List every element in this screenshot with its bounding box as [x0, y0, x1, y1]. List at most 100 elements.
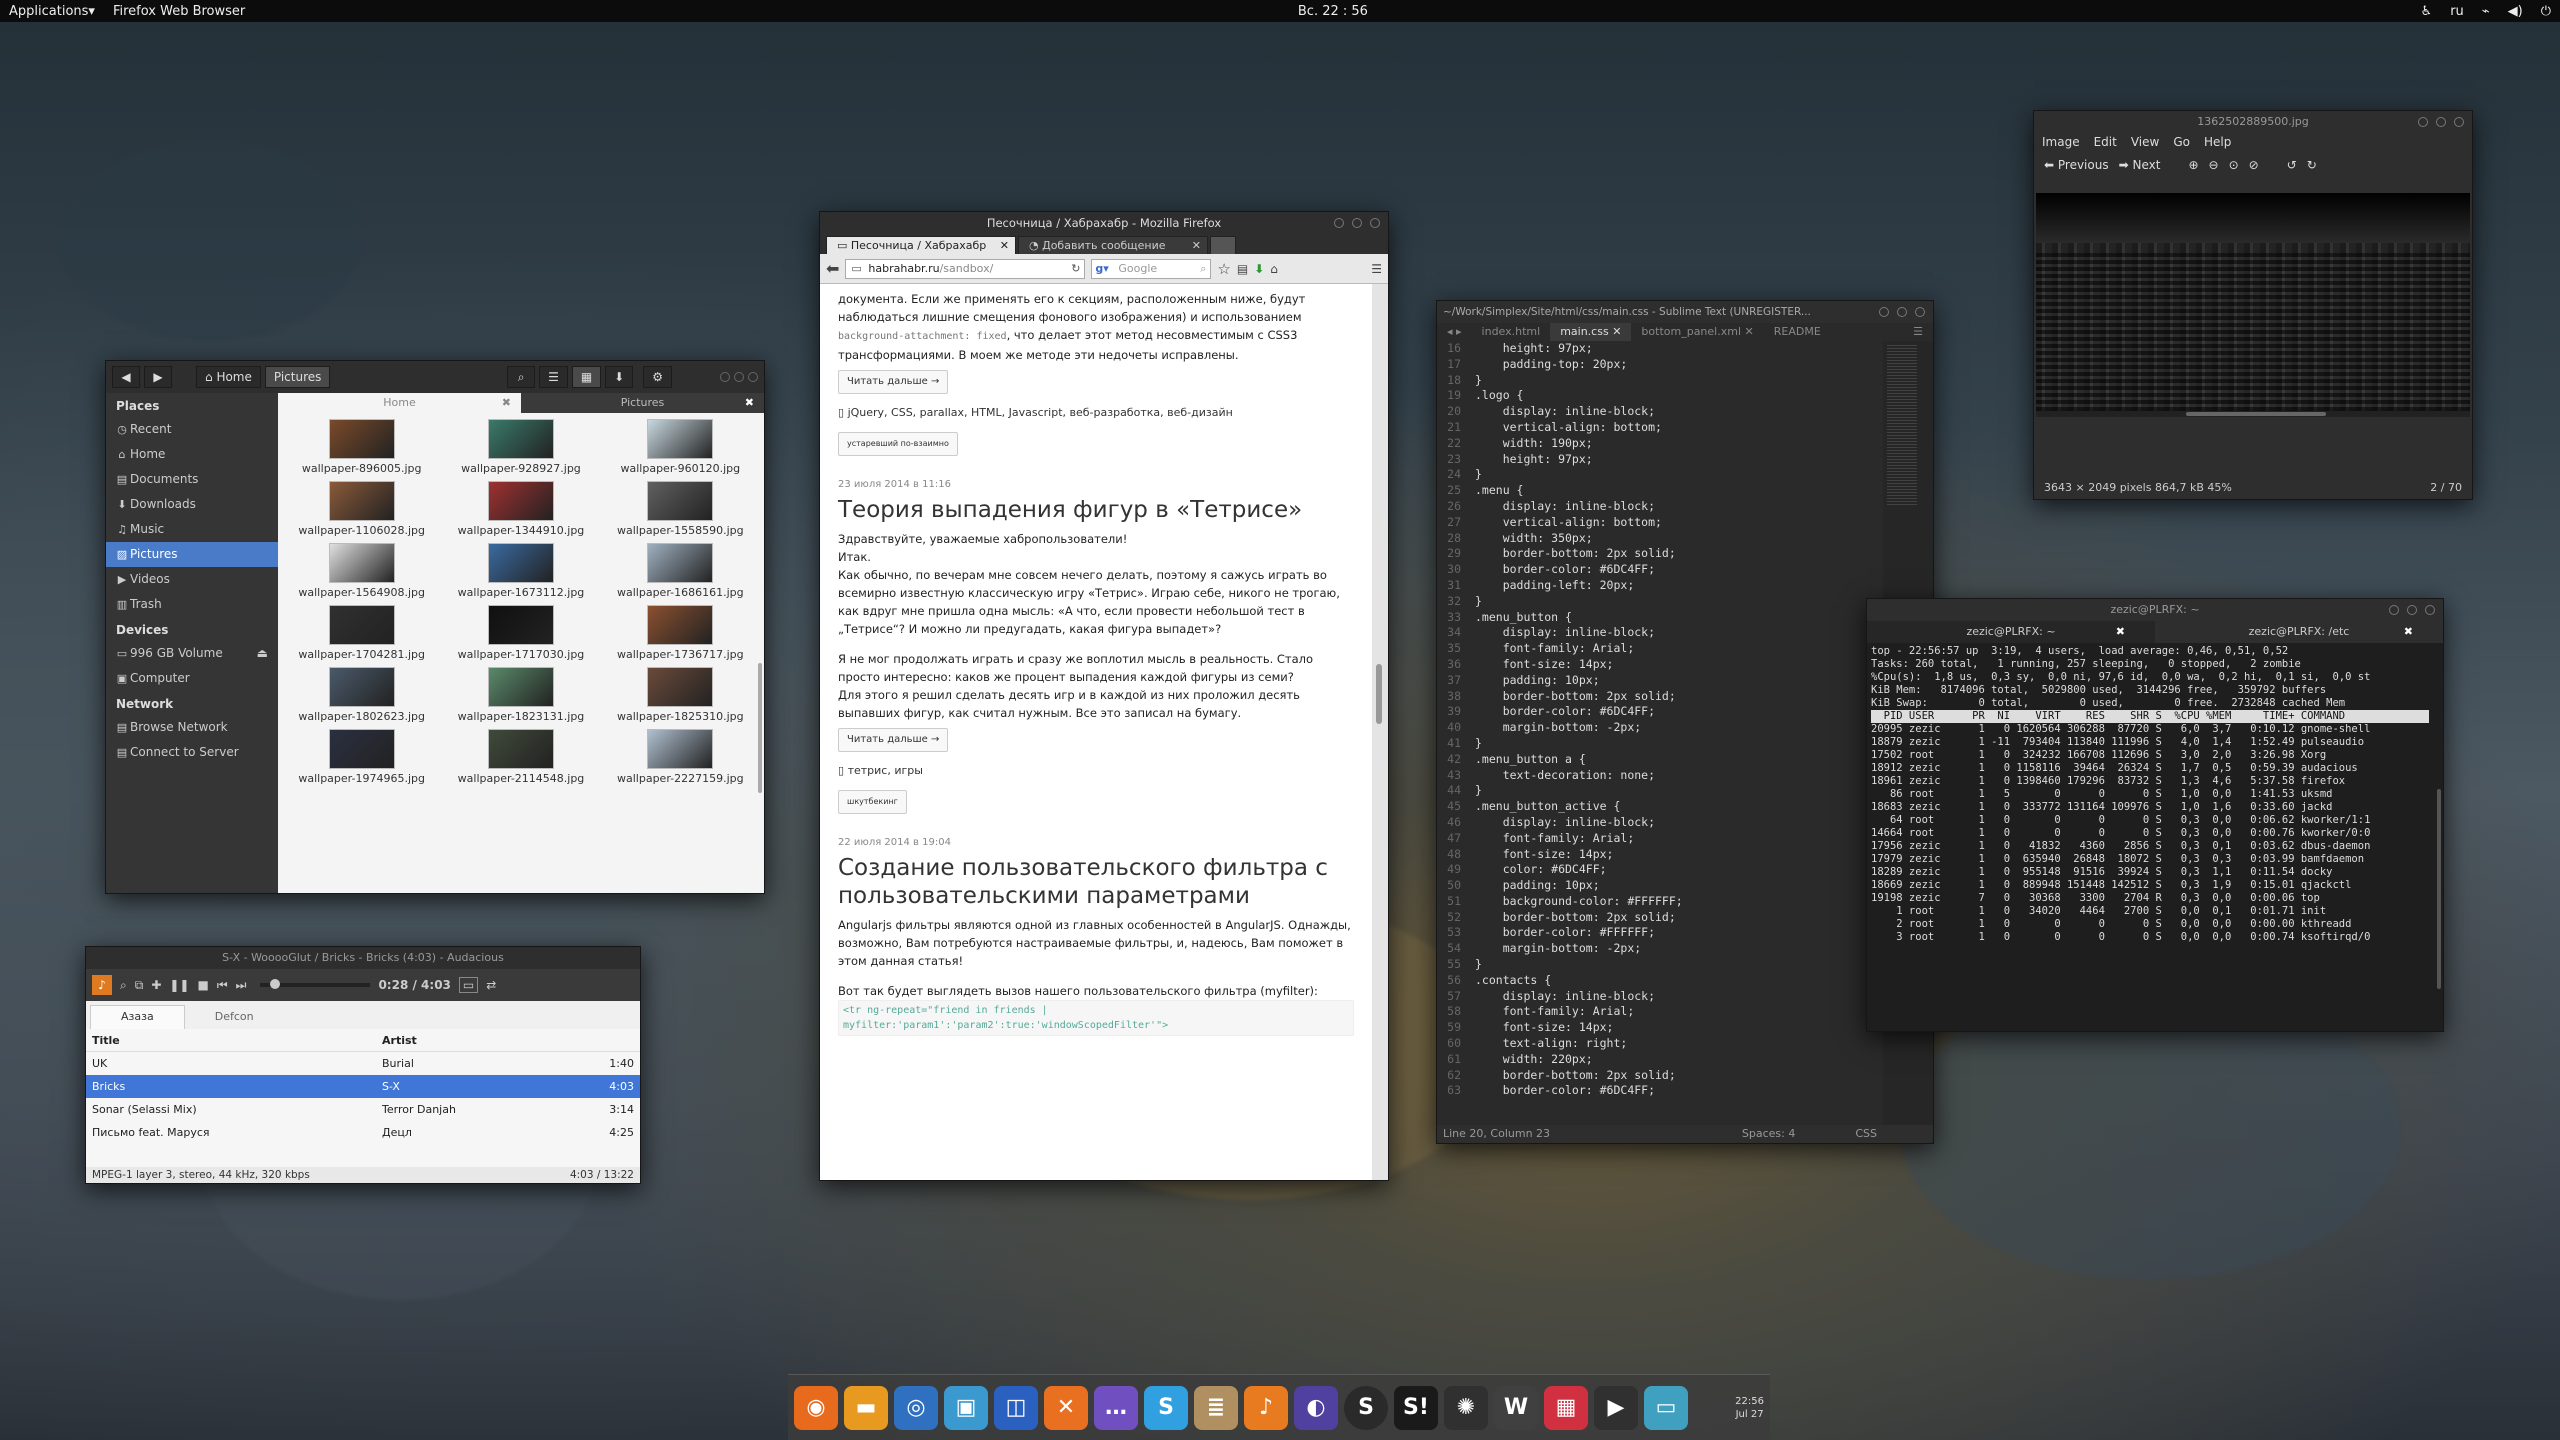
- bookmarks-list-icon[interactable]: ▤: [1237, 262, 1248, 276]
- maximize-button[interactable]: [734, 372, 744, 382]
- shuffle-icon[interactable]: ⇄: [486, 978, 496, 992]
- maximize-button[interactable]: [2436, 117, 2446, 127]
- close-tab-icon[interactable]: ✕: [1000, 237, 1009, 255]
- firefox-icon[interactable]: ◉: [794, 1385, 838, 1430]
- scrollbar[interactable]: [758, 663, 762, 793]
- scrollbar[interactable]: [2036, 411, 2470, 417]
- playlist-row[interactable]: Письмо feat. Маруся Децл 4:25: [86, 1121, 640, 1144]
- inkscape-icon[interactable]: W: [1494, 1385, 1538, 1430]
- sidebar-item-documents[interactable]: ▤ Documents: [106, 467, 278, 492]
- tab-etc[interactable]: zezic@PLRFX: /etc ✖: [2155, 621, 2443, 643]
- file-item[interactable]: wallpaper-1558590.jpg: [601, 481, 760, 537]
- close-tab-icon[interactable]: ✖: [745, 393, 754, 413]
- menu-go[interactable]: Go: [2173, 133, 2190, 151]
- sidebar-item-browse-network[interactable]: ▤ Browse Network: [106, 715, 278, 740]
- file-item[interactable]: wallpaper-1673112.jpg: [441, 543, 600, 599]
- file-item[interactable]: wallpaper-1717030.jpg: [441, 605, 600, 661]
- tab-main-css[interactable]: main.css ✕: [1550, 323, 1632, 341]
- notes-icon[interactable]: ≣: [1194, 1385, 1238, 1430]
- zoom-fit-icon[interactable]: ⊙: [2229, 158, 2239, 172]
- tab-home[interactable]: zezic@PLRFX: ~ ✖: [1867, 621, 2155, 643]
- sidebar-item-computer[interactable]: ▣ Computer: [106, 666, 278, 691]
- close-tab-icon[interactable]: ✕: [1192, 237, 1201, 255]
- file-item[interactable]: wallpaper-2114548.jpg: [441, 729, 600, 785]
- tab-list-icon[interactable]: ☰: [1903, 323, 1933, 341]
- list-view-icon[interactable]: ☰: [539, 366, 568, 388]
- file-item[interactable]: wallpaper-1825310.jpg: [601, 667, 760, 723]
- tab-readme[interactable]: README: [1764, 323, 1831, 341]
- audacious-menu-icon[interactable]: ♪: [92, 975, 112, 995]
- media-player-icon[interactable]: ▶: [1594, 1385, 1638, 1430]
- pause-icon[interactable]: ❚❚: [169, 978, 189, 992]
- maximize-button[interactable]: [1352, 218, 1362, 228]
- scrollbar-thumb[interactable]: [2186, 412, 2326, 416]
- sublime-icon[interactable]: S!: [1394, 1385, 1438, 1430]
- network-icon[interactable]: ⌁: [2473, 4, 2499, 19]
- terminal-output[interactable]: top - 22:56:57 up 3:19, 4 users, load av…: [1867, 643, 2433, 1031]
- power-icon[interactable]: ⏻: [2532, 4, 2560, 19]
- image-icon[interactable]: ▭: [1644, 1385, 1688, 1430]
- minimize-button[interactable]: [2389, 605, 2399, 615]
- zoom-normal-icon[interactable]: ⊘: [2249, 158, 2259, 172]
- tab-bottom-panel[interactable]: bottom_panel.xml ✕: [1631, 323, 1763, 341]
- code-editor[interactable]: 16 17 18 19 20 21 22 23 24 25 26 27 28 2…: [1437, 341, 1933, 1125]
- tab-nav-icon[interactable]: ◂ ▸: [1437, 323, 1472, 341]
- home-icon[interactable]: ⌂: [1270, 262, 1278, 276]
- close-tab-icon[interactable]: ✖: [502, 393, 511, 413]
- back-button[interactable]: ◀: [112, 366, 140, 388]
- audacious-icon[interactable]: ♪: [1244, 1385, 1288, 1430]
- search-icon[interactable]: ⌕: [507, 366, 536, 388]
- file-item[interactable]: wallpaper-1736717.jpg: [601, 605, 760, 661]
- downloads-icon[interactable]: ⬇: [1254, 262, 1264, 276]
- file-item[interactable]: wallpaper-1344910.jpg: [441, 481, 600, 537]
- close-button[interactable]: [2425, 605, 2435, 615]
- code-text[interactable]: height: 97px; padding-top: 20px; } .logo…: [1467, 341, 1883, 1125]
- image-viewer-icon[interactable]: ▣: [944, 1385, 988, 1430]
- globe-icon[interactable]: ◐: [1294, 1385, 1338, 1430]
- next-button[interactable]: ➡ Next: [2119, 158, 2161, 172]
- eject-icon[interactable]: ⏏: [257, 644, 268, 663]
- file-item[interactable]: wallpaper-928927.jpg: [441, 419, 600, 475]
- clock[interactable]: Вс. 22 : 56: [254, 4, 2411, 19]
- repeat-icon[interactable]: ▭: [458, 977, 479, 993]
- next-icon[interactable]: ⏭: [236, 978, 247, 993]
- grid-view-icon[interactable]: ▦: [571, 366, 602, 388]
- xampp-icon[interactable]: ✕: [1044, 1385, 1088, 1430]
- playlist-tab[interactable]: Defcon: [185, 1006, 284, 1029]
- rotate-right-icon[interactable]: ↻: [2307, 158, 2317, 172]
- color-wheel-icon[interactable]: ✺: [1444, 1385, 1488, 1430]
- files-icon[interactable]: ▬: [844, 1385, 888, 1430]
- minimize-button[interactable]: [1334, 218, 1344, 228]
- steam-icon[interactable]: S: [1344, 1385, 1388, 1430]
- playlist-row[interactable]: Bricks S-X 4:03: [86, 1075, 640, 1098]
- sidebar-item-trash[interactable]: ▥ Trash: [106, 592, 278, 617]
- file-item[interactable]: wallpaper-1106028.jpg: [282, 481, 441, 537]
- close-button[interactable]: [748, 372, 758, 382]
- sidebar-item-connect-server[interactable]: ▤ Connect to Server: [106, 740, 278, 765]
- applications-menu[interactable]: Applications▾: [0, 4, 104, 19]
- minimize-button[interactable]: [1879, 307, 1889, 317]
- playlist-tab[interactable]: Азаза: [90, 1005, 185, 1029]
- close-button[interactable]: [1370, 218, 1380, 228]
- previous-button[interactable]: ⬅ Previous: [2044, 158, 2109, 172]
- file-item[interactable]: wallpaper-1802623.jpg: [282, 667, 441, 723]
- sidebar-item-volume[interactable]: ▭ 996 GB Volume ⏏: [106, 641, 278, 666]
- post-title[interactable]: Теория выпадения фигур в «Тетрисе»: [838, 496, 1354, 524]
- sidebar-item-home[interactable]: ⌂ Home: [106, 442, 278, 467]
- back-icon[interactable]: ⬅: [826, 259, 839, 278]
- minimize-button[interactable]: [720, 372, 730, 382]
- sidebar-item-recent[interactable]: ◷ Recent: [106, 417, 278, 442]
- minimize-button[interactable]: [2418, 117, 2428, 127]
- close-tab-icon[interactable]: ✕: [1745, 325, 1754, 338]
- keyboard-icon[interactable]: ▦: [1544, 1385, 1588, 1430]
- zoom-out-icon[interactable]: ⊖: [2209, 158, 2219, 172]
- reload-icon[interactable]: ↻: [1071, 260, 1080, 278]
- rotate-left-icon[interactable]: ↺: [2287, 158, 2297, 172]
- menu-help[interactable]: Help: [2204, 133, 2231, 151]
- seek-slider[interactable]: [260, 979, 371, 989]
- path-home-button[interactable]: ⌂ Home: [196, 366, 261, 388]
- file-item[interactable]: wallpaper-1704281.jpg: [282, 605, 441, 661]
- close-button[interactable]: [1915, 307, 1925, 317]
- accessibility-icon[interactable]: ♿: [2412, 4, 2442, 19]
- bookmark-star-icon[interactable]: ☆: [1217, 260, 1230, 278]
